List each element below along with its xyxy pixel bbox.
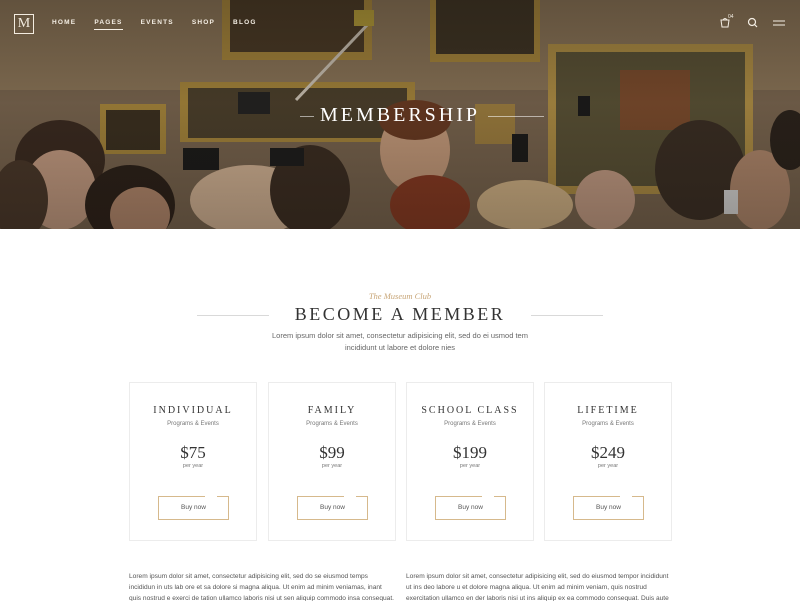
plan-price: $249	[591, 443, 625, 462]
section-subtitle: Lorem ipsum dolor sit amet, consectetur …	[272, 331, 528, 352]
plan-card-lifetime: LIFETIME Programs & Events $249 per year…	[544, 382, 672, 541]
section-kicker: The Museum Club	[368, 291, 432, 301]
section-title: BECOME A MEMBER	[294, 304, 506, 324]
menu-item-shop[interactable]: SHOP	[192, 19, 215, 26]
buy-now-button[interactable]: Buy now	[158, 496, 229, 520]
cart-button[interactable]: 04	[720, 14, 734, 29]
top-navigation: M HOME PAGES EVENTS SHOP BLOG 04	[0, 0, 800, 46]
plan-period: per year	[321, 463, 343, 469]
menu-icon[interactable]	[772, 17, 786, 29]
buy-now-button[interactable]: Buy now	[573, 496, 644, 520]
plan-price: $199	[453, 443, 487, 462]
plan-subtitle: Programs & Events	[444, 421, 496, 427]
plan-title: LIFETIME	[577, 405, 639, 416]
buy-now-button[interactable]: Buy now	[435, 496, 506, 520]
plan-title: FAMILY	[307, 405, 357, 416]
plan-period: per year	[459, 463, 481, 469]
plan-card-school-class: SCHOOL CLASS Programs & Events $199 per …	[406, 382, 534, 541]
plan-period: per year	[182, 463, 204, 469]
plan-period: per year	[597, 463, 619, 469]
plan-card-family: FAMILY Programs & Events $99 per year Bu…	[268, 382, 396, 541]
menu-item-home[interactable]: HOME	[52, 19, 76, 26]
menu-item-events[interactable]: EVENTS	[141, 19, 174, 26]
search-icon[interactable]	[746, 17, 760, 29]
menu-item-pages[interactable]: PAGES	[94, 19, 123, 30]
plan-subtitle: Programs & Events	[167, 421, 219, 427]
hero-banner: M HOME PAGES EVENTS SHOP BLOG 04 MEMBERS…	[0, 0, 800, 229]
site-logo[interactable]: M	[14, 14, 34, 34]
body-text-right: Lorem ipsum dolor sit amet, consectetur …	[406, 573, 669, 601]
body-text-left: Lorem ipsum dolor sit amet, consectetur …	[129, 573, 394, 601]
plan-subtitle: Programs & Events	[306, 421, 358, 427]
cart-count-badge: 04	[728, 14, 734, 20]
plan-price: $99	[319, 443, 345, 462]
menu-item-blog[interactable]: BLOG	[233, 19, 257, 26]
nav-icons: 04	[720, 14, 786, 29]
plan-subtitle: Programs & Events	[582, 421, 634, 427]
main-menu: HOME PAGES EVENTS SHOP BLOG	[52, 19, 275, 30]
plan-title: INDIVIDUAL	[153, 405, 233, 416]
plan-title: SCHOOL CLASS	[421, 405, 519, 416]
plan-price: $75	[180, 443, 206, 462]
page-title: MEMBERSHIP	[319, 104, 481, 126]
plan-card-individual: INDIVIDUAL Programs & Events $75 per yea…	[129, 382, 257, 541]
buy-now-button[interactable]: Buy now	[297, 496, 368, 520]
